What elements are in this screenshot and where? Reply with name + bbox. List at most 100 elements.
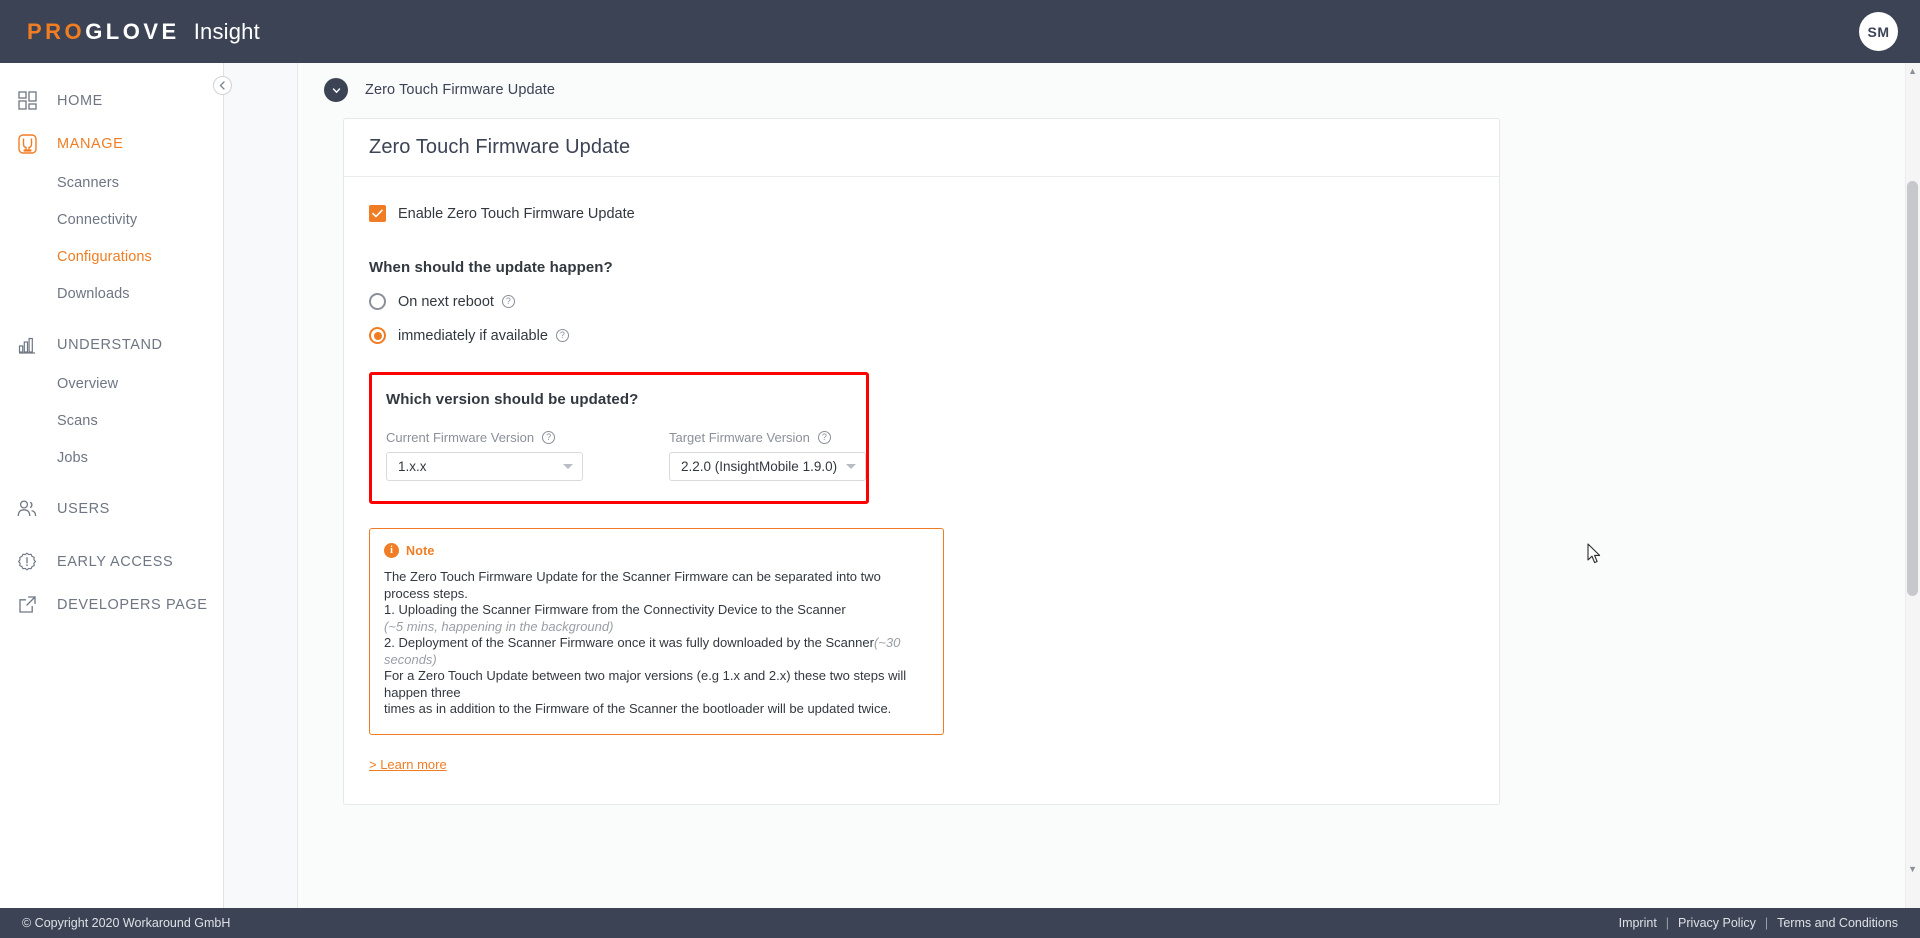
section-header: Zero Touch Firmware Update (298, 63, 1905, 102)
scrollbar-thumb[interactable] (1907, 181, 1918, 596)
card-body: Enable Zero Touch Firmware Update When s… (344, 177, 1499, 804)
glove-icon (13, 130, 41, 158)
schedule-question: When should the update happen? (369, 259, 613, 276)
info-icon: i (384, 543, 399, 558)
check-icon (372, 209, 383, 218)
external-link-icon (13, 591, 41, 619)
people-icon (13, 495, 41, 523)
help-icon-on-next-reboot[interactable]: ? (501, 295, 515, 308)
radio-label: On next reboot (398, 293, 494, 310)
sidebar-item-users[interactable]: USERS (0, 487, 223, 530)
section-title: Zero Touch Firmware Update (365, 82, 556, 98)
sidebar-item-manage[interactable]: MANAGE (0, 122, 223, 165)
sidebar: HOME MANAGE Scanners Connectivity Config… (0, 63, 232, 908)
current-firmware-group: Current Firmware Version ? 1.x.x (386, 430, 583, 481)
logo-glove-text: GLOVE (85, 18, 180, 44)
note-line-text: 2. Deployment of the Scanner Firmware on… (384, 635, 874, 650)
radio-on-next-reboot[interactable]: On next reboot ? (369, 293, 1474, 310)
help-icon-target-firmware[interactable]: ? (817, 431, 831, 444)
page-title: Zero Touch Firmware Update (369, 136, 631, 158)
note-body: The Zero Touch Firmware Update for the S… (384, 569, 927, 718)
chevron-down-icon (332, 87, 340, 93)
note-line: 2. Deployment of the Scanner Firmware on… (384, 635, 927, 668)
zero-touch-firmware-card: Zero Touch Firmware Update Enable Zero T… (343, 118, 1500, 805)
current-firmware-label: Current Firmware Version ? (386, 430, 583, 445)
target-firmware-version-select[interactable]: 2.2.0 (InsightMobile 1.9.0) (669, 452, 866, 481)
note-line: 1. Uploading the Scanner Firmware from t… (384, 602, 846, 617)
footer: © Copyright 2020 Workaround GmbH Imprint… (0, 908, 1920, 938)
sidebar-subitem-overview[interactable]: Overview (0, 366, 223, 403)
target-firmware-value: 2.2.0 (InsightMobile 1.9.0) (681, 459, 838, 474)
sidebar-item-understand[interactable]: UNDERSTAND (0, 323, 223, 366)
note-title: Note (406, 543, 435, 558)
target-firmware-label-text: Target Firmware Version (669, 430, 810, 445)
sidebar-subitem-jobs[interactable]: Jobs (0, 440, 223, 477)
sidebar-item-label: HOME (57, 92, 103, 109)
badge-alert-icon (13, 548, 41, 576)
main-area: Zero Touch Firmware Update Zero Touch Fi… (224, 63, 1920, 908)
footer-link-privacy-policy[interactable]: Privacy Policy (1678, 916, 1756, 930)
current-firmware-version-select[interactable]: 1.x.x (386, 452, 583, 481)
learn-more-link[interactable]: > Learn more (369, 757, 447, 772)
footer-link-imprint[interactable]: Imprint (1619, 916, 1657, 930)
scroll-up-arrow[interactable]: ▲ (1908, 67, 1917, 76)
sidebar-item-label: UNDERSTAND (57, 336, 163, 353)
product-name: Insight (193, 18, 260, 44)
radio-label: immediately if available (398, 327, 548, 344)
current-firmware-label-text: Current Firmware Version (386, 430, 535, 445)
note-line: For a Zero Touch Update between two majo… (384, 668, 907, 700)
sidebar-item-label: DEVELOPERS PAGE (57, 596, 208, 613)
top-bar: PRO GLOVE Insight SM (0, 0, 1920, 63)
avatar[interactable]: SM (1859, 12, 1898, 51)
radio-button-selected[interactable] (369, 327, 386, 344)
sidebar-subitem-scanners[interactable]: Scanners (0, 165, 223, 202)
note-line-muted: (~5 mins, happening in the background) (384, 618, 614, 634)
sidebar-subitem-scans[interactable]: Scans (0, 403, 223, 440)
sidebar-item-label: MANAGE (57, 135, 124, 152)
note-header: i Note (384, 543, 927, 558)
radio-immediately-if-available[interactable]: immediately if available ? (369, 327, 1474, 344)
note-line: The Zero Touch Firmware Update for the S… (384, 569, 881, 601)
chevron-left-icon (219, 81, 225, 90)
sidebar-item-developers-page[interactable]: DEVELOPERS PAGE (0, 583, 223, 626)
current-firmware-value: 1.x.x (398, 459, 427, 474)
sidebar-subitem-downloads[interactable]: Downloads (0, 276, 223, 313)
sidebar-item-early-access[interactable]: EARLY ACCESS (0, 540, 223, 583)
sidebar-item-label: USERS (57, 500, 110, 517)
note-line: times as in addition to the Firmware of … (384, 701, 892, 716)
version-selects: Current Firmware Version ? 1.x.x Target … (386, 430, 866, 481)
enable-zero-touch-label: Enable Zero Touch Firmware Update (398, 205, 635, 222)
bar-chart-icon (13, 331, 41, 359)
content-pane: Zero Touch Firmware Update Zero Touch Fi… (297, 63, 1905, 908)
enable-zero-touch-checkbox[interactable] (369, 205, 386, 222)
help-icon-current-firmware[interactable]: ? (542, 431, 556, 444)
radio-button-unselected[interactable] (369, 293, 386, 310)
sidebar-subitem-configurations[interactable]: Configurations (0, 239, 223, 276)
sidebar-collapse-button[interactable] (213, 76, 232, 95)
enable-zero-touch-row[interactable]: Enable Zero Touch Firmware Update (369, 205, 1474, 222)
footer-separator: | (1764, 916, 1769, 930)
sidebar-nav: HOME MANAGE Scanners Connectivity Config… (0, 63, 223, 626)
section-collapse-button[interactable] (324, 78, 348, 102)
dashboard-grid-icon (13, 87, 41, 115)
target-firmware-group: Target Firmware Version ? 2.2.0 (Insight… (669, 430, 866, 481)
footer-links: Imprint | Privacy Policy | Terms and Con… (1619, 916, 1898, 930)
help-icon-immediately-if-available[interactable]: ? (555, 329, 569, 342)
footer-separator: | (1665, 916, 1670, 930)
footer-link-terms-and-conditions[interactable]: Terms and Conditions (1777, 916, 1898, 930)
sidebar-item-label: EARLY ACCESS (57, 553, 174, 570)
chevron-down-icon (563, 464, 573, 469)
logo-pro-text: PRO (27, 18, 86, 44)
note-box: i Note The Zero Touch Firmware Update fo… (369, 528, 944, 735)
sidebar-item-home[interactable]: HOME (0, 79, 223, 122)
chevron-down-icon (846, 464, 856, 469)
card-header: Zero Touch Firmware Update (344, 119, 1499, 177)
scroll-down-arrow[interactable]: ▼ (1908, 865, 1917, 874)
copyright-text: © Copyright 2020 Workaround GmbH (22, 916, 231, 930)
app-logo[interactable]: PRO GLOVE Insight (27, 19, 260, 45)
sidebar-subitem-connectivity[interactable]: Connectivity (0, 202, 223, 239)
vertical-scrollbar[interactable]: ▲ ▼ (1905, 63, 1920, 908)
